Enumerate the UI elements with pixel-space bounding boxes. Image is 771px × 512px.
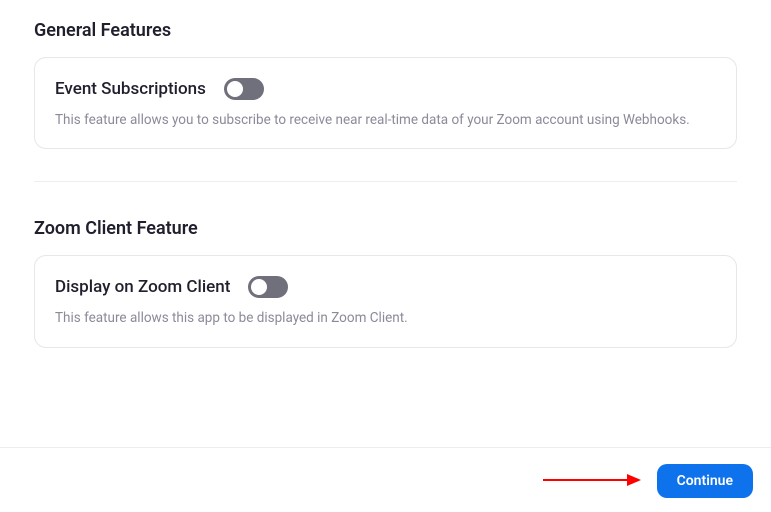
feature-name-event-subscriptions: Event Subscriptions (55, 79, 206, 99)
section-title-general: General Features (34, 20, 737, 41)
toggle-knob (251, 279, 267, 295)
feature-card-event-subscriptions: Event Subscriptions This feature allows … (34, 57, 737, 149)
footer-divider (0, 447, 771, 448)
continue-button[interactable]: Continue (657, 464, 753, 498)
toggle-event-subscriptions[interactable] (224, 78, 264, 100)
feature-name-display-zoom-client: Display on Zoom Client (55, 277, 230, 297)
toggle-knob (227, 81, 243, 97)
section-title-zoom-client: Zoom Client Feature (34, 218, 737, 239)
feature-description-event-subscriptions: This feature allows you to subscribe to … (55, 110, 716, 130)
feature-card-display-zoom-client: Display on Zoom Client This feature allo… (34, 255, 737, 347)
arrow-annotation-icon (541, 470, 641, 490)
section-divider (34, 181, 737, 182)
toggle-display-zoom-client[interactable] (248, 276, 288, 298)
feature-description-display-zoom-client: This feature allows this app to be displ… (55, 308, 716, 328)
